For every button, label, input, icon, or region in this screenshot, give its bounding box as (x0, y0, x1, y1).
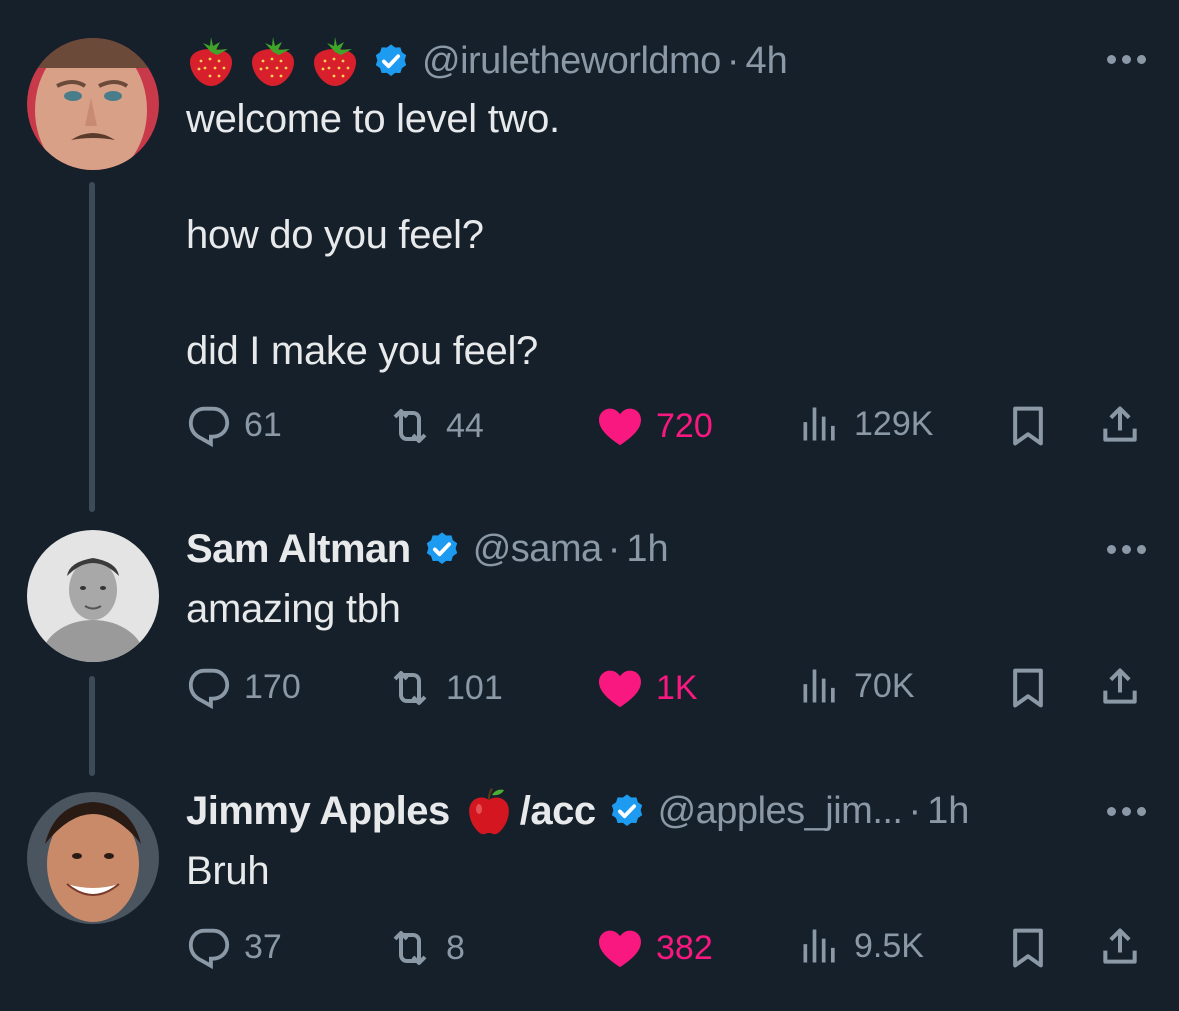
like-count: 720 (656, 406, 713, 445)
like-count: 382 (656, 928, 713, 967)
apple-emoji (464, 785, 514, 837)
tweet-1[interactable]: @iruletheworldmo · 4h welcome to level t… (0, 0, 1179, 512)
heart-icon (596, 664, 644, 712)
tweet-text: amazing tbh (186, 587, 401, 631)
views-count: 129K (854, 404, 934, 443)
tweet-header: Sam Altman @sama · 1h (186, 524, 669, 574)
separator-dot: · (726, 39, 740, 82)
bookmark-icon (1006, 664, 1050, 712)
reply-count: 170 (244, 667, 301, 706)
separator-dot: · (908, 789, 922, 832)
tweet-text: welcome to level two. how do you feel? d… (186, 97, 560, 373)
timestamp[interactable]: 1h (626, 528, 668, 571)
bookmark-button[interactable] (1006, 664, 1062, 712)
avatar[interactable] (27, 38, 159, 170)
retweet-count: 8 (446, 928, 465, 967)
action-bar: 61 44 720 129K (186, 402, 1146, 452)
action-bar: 37 8 382 9.5K (186, 924, 1146, 974)
reply-button[interactable]: 170 (186, 664, 301, 710)
strawberry-emoji (248, 35, 298, 87)
reply-button[interactable]: 37 (186, 924, 282, 970)
views-count: 70K (854, 666, 915, 705)
display-name-suffix[interactable]: /acc (520, 789, 596, 834)
views-count: 9.5K (854, 926, 924, 965)
verified-badge-icon (608, 792, 646, 830)
views-icon (798, 664, 842, 708)
display-name[interactable]: Sam Altman (186, 527, 411, 572)
share-icon (1098, 664, 1142, 710)
views-button[interactable]: 9.5K (798, 924, 924, 968)
retweet-icon (386, 924, 434, 972)
more-icon[interactable] (1107, 545, 1146, 554)
timestamp[interactable]: 4h (745, 40, 787, 83)
bookmark-button[interactable] (1006, 402, 1062, 450)
like-button[interactable]: 1K (596, 664, 698, 712)
heart-icon (596, 924, 644, 972)
reply-icon (186, 402, 232, 448)
views-icon (798, 924, 842, 968)
user-handle[interactable]: @iruletheworldmo (422, 40, 721, 83)
retweet-icon (386, 402, 434, 450)
user-handle[interactable]: @sama (473, 528, 603, 571)
tweet-text: Bruh (186, 849, 270, 893)
action-bar: 170 101 1K 70K (186, 664, 1146, 714)
avatar[interactable] (27, 530, 159, 662)
share-button[interactable] (1098, 924, 1154, 970)
reply-icon (186, 664, 232, 710)
tweet-header: @iruletheworldmo · 4h (186, 36, 788, 86)
strawberry-emoji (310, 35, 360, 87)
retweet-button[interactable]: 44 (386, 402, 484, 450)
retweet-button[interactable]: 8 (386, 924, 465, 972)
user-handle[interactable]: @apples_jim... (658, 790, 903, 833)
retweet-icon (386, 664, 434, 712)
more-icon[interactable] (1107, 807, 1146, 816)
retweet-count: 101 (446, 668, 503, 707)
more-icon[interactable] (1107, 55, 1146, 64)
thread-line (89, 676, 95, 776)
bookmark-button[interactable] (1006, 924, 1062, 972)
strawberry-emoji (186, 35, 236, 87)
bookmark-icon (1006, 402, 1050, 450)
share-icon (1098, 924, 1142, 970)
like-button[interactable]: 382 (596, 924, 713, 972)
share-icon (1098, 402, 1142, 448)
views-button[interactable]: 129K (798, 402, 933, 446)
display-name[interactable]: Jimmy Apples (186, 789, 450, 834)
reply-count: 61 (244, 405, 282, 444)
retweet-button[interactable]: 101 (386, 664, 503, 712)
timestamp[interactable]: 1h (927, 790, 969, 833)
reply-icon (186, 924, 232, 970)
separator-dot: · (607, 527, 621, 570)
thread-line (89, 182, 95, 512)
reply-button[interactable]: 61 (186, 402, 282, 448)
reply-count: 37 (244, 927, 282, 966)
share-button[interactable] (1098, 402, 1154, 448)
like-count: 1K (656, 668, 698, 707)
views-icon (798, 402, 842, 446)
retweet-count: 44 (446, 406, 484, 445)
share-button[interactable] (1098, 664, 1154, 710)
verified-badge-icon (372, 42, 410, 80)
verified-badge-icon (423, 530, 461, 568)
like-button[interactable]: 720 (596, 402, 713, 450)
views-button[interactable]: 70K (798, 664, 915, 708)
tweet-header: Jimmy Apples /acc @apples_jim... · 1h (186, 786, 969, 836)
avatar[interactable] (27, 792, 159, 924)
bookmark-icon (1006, 924, 1050, 972)
heart-icon (596, 402, 644, 450)
